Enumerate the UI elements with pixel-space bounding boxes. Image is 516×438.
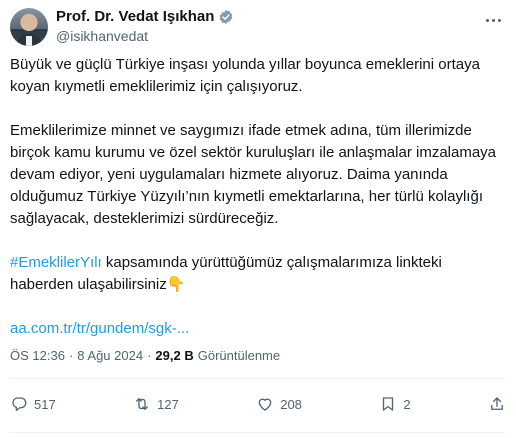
article-link[interactable]: aa.com.tr/tr/gundem/sgk-... xyxy=(10,320,189,337)
tweet-meta: ÖS 12:36 · 8 Ağu 2024 · 29,2 B Görüntüle… xyxy=(10,348,280,363)
meta-separator: · xyxy=(147,348,152,363)
author-names: Prof. Dr. Vedat Işıkhan @isikhanvedat xyxy=(56,7,234,45)
bookmark-count: 2 xyxy=(403,396,411,412)
share-button[interactable] xyxy=(488,395,506,413)
author-display-name-row[interactable]: Prof. Dr. Vedat Işıkhan xyxy=(56,7,234,26)
tweet-paragraph: Emeklilerimize minnet ve saygımızı ifade… xyxy=(10,122,497,227)
author-display-name[interactable]: Prof. Dr. Vedat Işıkhan xyxy=(56,7,214,26)
retweet-icon xyxy=(136,398,149,410)
reply-icon xyxy=(12,397,27,412)
tweet-time[interactable]: ÖS 12:36 xyxy=(10,348,65,363)
retweet-count: 127 xyxy=(157,396,179,412)
tweet-date[interactable]: 8 Ağu 2024 xyxy=(77,348,143,363)
avatar[interactable] xyxy=(10,8,48,46)
bottom-divider xyxy=(10,432,506,433)
more-dot xyxy=(485,18,489,22)
bookmark-button[interactable]: 2 xyxy=(379,395,411,413)
views-label: Görüntülenme xyxy=(197,348,281,363)
reply-button[interactable]: 517 xyxy=(10,395,56,413)
reply-count: 517 xyxy=(34,396,56,412)
hashtag-link[interactable]: #EmeklilerYılı xyxy=(10,254,102,271)
author-handle[interactable]: @isikhanvedat xyxy=(56,27,234,45)
tweet-header: Prof. Dr. Vedat Işıkhan @isikhanvedat xyxy=(10,6,506,46)
retweet-button[interactable]: 127 xyxy=(133,395,179,413)
bookmark-icon xyxy=(383,397,394,411)
action-bar: 517 127 208 2 xyxy=(10,392,506,416)
avatar-collar xyxy=(26,36,32,46)
more-icon[interactable] xyxy=(482,10,504,30)
like-icon xyxy=(258,398,272,411)
tweet-paragraph: aa.com.tr/tr/gundem/sgk-... xyxy=(10,318,506,340)
views-count: 29,2 B xyxy=(155,348,194,363)
share-icon xyxy=(491,397,503,410)
like-button[interactable]: 208 xyxy=(256,395,302,413)
tweet-paragraph: #EmeklilerYılı kapsamında yürüttüğümüz ç… xyxy=(10,252,506,296)
divider xyxy=(10,378,506,379)
pointing-down-emoji: 👇 xyxy=(166,276,186,293)
more-dot xyxy=(497,18,501,22)
like-count: 208 xyxy=(280,396,302,412)
tweet-paragraph: Büyük ve güçlü Türkiye inşası yolunda yı… xyxy=(10,56,480,95)
tweet-text: Büyük ve güçlü Türkiye inşası yolunda yı… xyxy=(10,54,506,340)
meta-separator: · xyxy=(68,348,74,363)
verified-badge-icon xyxy=(220,9,233,24)
more-dot xyxy=(491,18,495,22)
